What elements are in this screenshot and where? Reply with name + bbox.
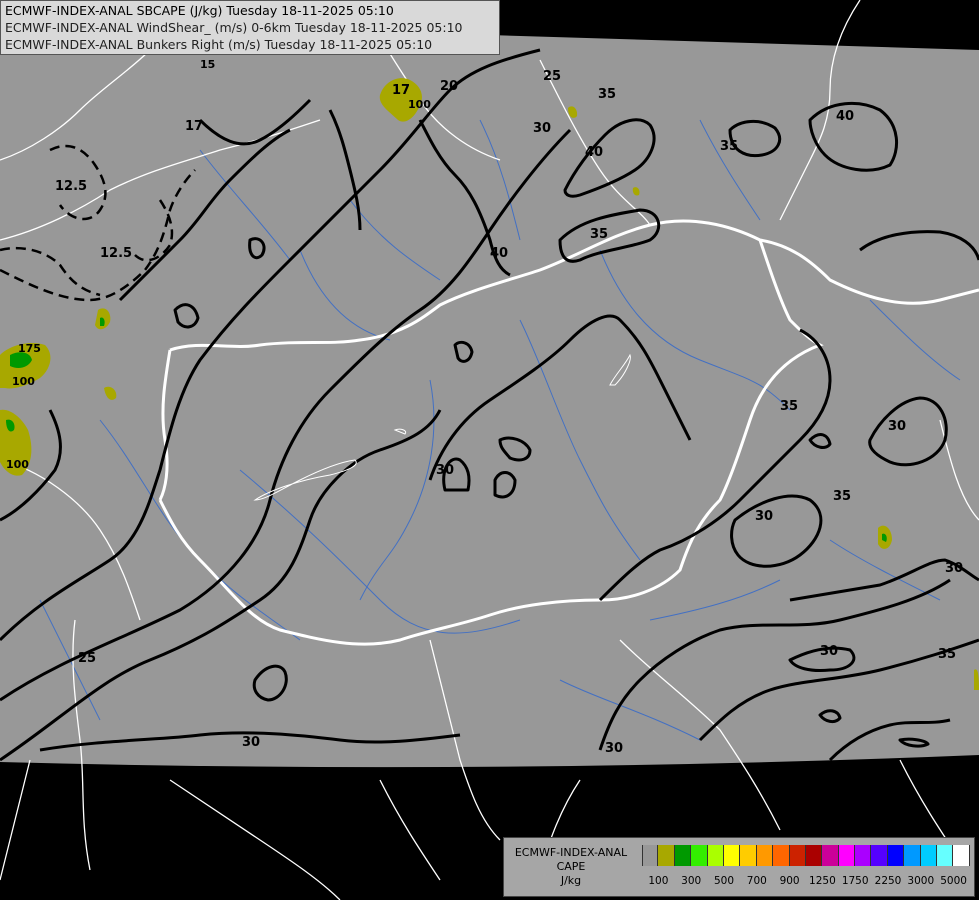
contour-label: 30 (242, 735, 260, 750)
legend-swatch (805, 845, 823, 866)
contour-label: 35 (598, 87, 616, 102)
legend-tick-label: 900 (779, 875, 800, 887)
map-title-box: ECMWF-INDEX-ANAL SBCAPE (J/kg) Tuesday 1… (0, 0, 500, 55)
contour-label: 100 (408, 98, 431, 111)
title-sbcape: ECMWF-INDEX-ANAL SBCAPE (J/kg) Tuesday 1… (5, 3, 394, 18)
contour-label: 17 (185, 119, 203, 134)
contour-label: 100 (6, 458, 29, 471)
contour-label: 12.5 (100, 246, 132, 261)
legend-tick-label: 1250 (809, 875, 836, 887)
legend-tick-label: 3000 (907, 875, 935, 887)
legend-tick-label: 100 (648, 875, 669, 887)
legend-swatch (691, 845, 708, 866)
contour-label: 30 (533, 121, 551, 136)
contour-label: 17 (392, 83, 410, 98)
legend-swatch (707, 845, 724, 866)
contour-label: 30 (436, 463, 454, 478)
contour-label: 35 (720, 139, 738, 154)
contour-label: 35 (833, 489, 851, 504)
legend-tick-label: 300 (681, 875, 702, 887)
legend-swatch (723, 845, 741, 866)
contour-label: 30 (888, 419, 906, 434)
legend-swatch (953, 845, 970, 866)
legend-color-bar (642, 845, 970, 866)
legend-swatch (789, 845, 806, 866)
legend-swatch (740, 845, 757, 866)
contour-label: 40 (585, 145, 603, 160)
contour-label: 15 (200, 58, 215, 71)
contour-label: 35 (590, 227, 608, 242)
legend-swatch (838, 845, 856, 866)
legend-variable: CAPE (556, 860, 586, 873)
legend-swatch (658, 845, 675, 866)
contour-label: 35 (780, 399, 798, 414)
legend-tick-label: 700 (746, 875, 767, 887)
contour-label: 30 (820, 644, 838, 659)
cape-legend: ECMWF-INDEX-ANAL CAPE J/kg 100 300 500 700 9… (503, 837, 975, 897)
legend-swatch (756, 845, 774, 866)
legend-ticks: 100 300 500 700 900 1250 1750 2250 3000 5000 (642, 875, 972, 889)
contour-label: 40 (836, 109, 854, 124)
contour-label: 100 (12, 375, 35, 388)
legend-swatch (920, 845, 938, 866)
legend-swatch (822, 845, 839, 866)
legend-tick-label: 2250 (874, 875, 902, 887)
contour-label: 30 (605, 741, 623, 756)
legend-tick-label: 5000 (940, 875, 967, 887)
contour-label: 175 (18, 342, 41, 355)
title-bunkers: ECMWF-INDEX-ANAL Bunkers Right (m/s) Tue… (5, 37, 433, 52)
legend-swatch (871, 845, 888, 866)
legend-title: ECMWF-INDEX-ANAL (514, 846, 628, 859)
contour-label: 25 (543, 69, 561, 84)
contour-label: 25 (78, 651, 96, 666)
legend-swatch (887, 845, 905, 866)
legend-swatch (674, 845, 692, 866)
weather-map: 17 17 20 25 30 35 40 40 35 12.5 12.5 40 … (0, 0, 979, 900)
title-windshear: ECMWF-INDEX-ANAL WindShear_ (m/s) 0-6km … (5, 20, 463, 35)
legend-tick-label: 1750 (841, 875, 869, 887)
legend-unit: J/kg (560, 874, 582, 887)
contour-label: 20 (440, 79, 458, 94)
legend-swatch (773, 845, 790, 866)
contour-label: 40 (490, 246, 508, 261)
legend-swatch (904, 845, 921, 866)
legend-swatch (855, 845, 872, 866)
contour-label: 35 (938, 647, 956, 662)
legend-swatch (937, 845, 954, 866)
legend-swatch (642, 845, 659, 866)
legend-tick-label: 500 (713, 875, 735, 887)
contour-label: 30 (945, 561, 963, 576)
contour-label: 12.5 (55, 179, 87, 194)
legend-caption: ECMWF-INDEX-ANAL CAPE J/kg (506, 846, 636, 888)
contour-label: 30 (755, 509, 773, 524)
